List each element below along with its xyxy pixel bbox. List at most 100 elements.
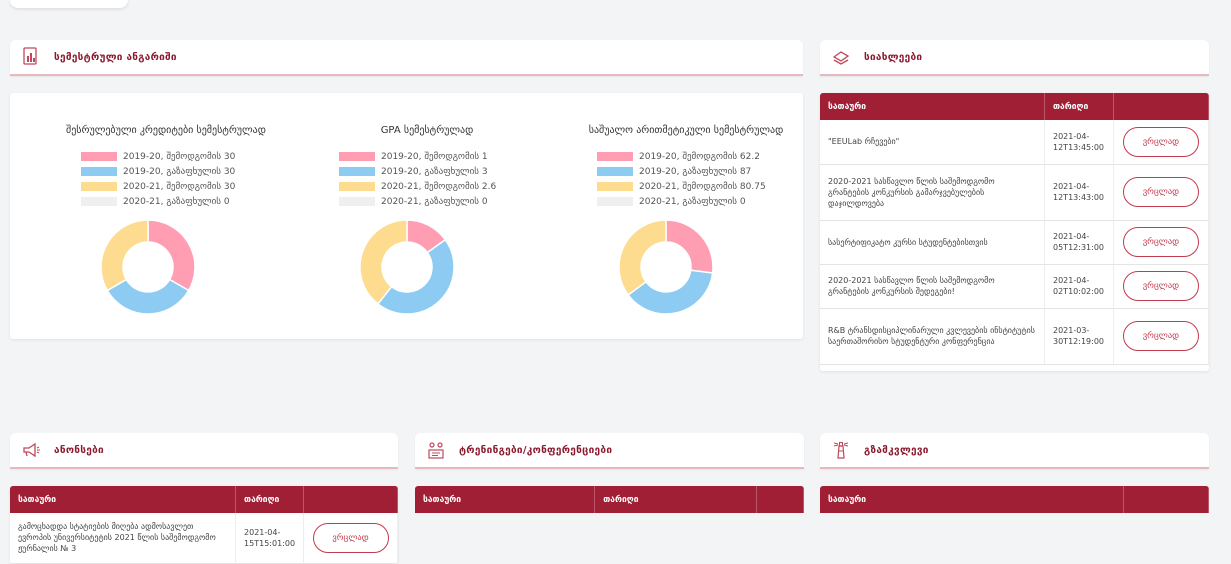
view-more-button[interactable]: ვრცლად [1122,227,1199,257]
legend-item[interactable]: 2019-20, შემოდგომის 30 [36,149,296,164]
legend-swatch [597,152,633,161]
news-icon [830,46,852,68]
table-row: სასერტიფიკატო კურსი სტუდენტებისთვის 2021… [820,220,1209,265]
training-icon [425,439,447,461]
news-row-action: ვრცლად [1113,308,1209,365]
donut-slice[interactable] [106,278,190,315]
news-row-action: ვრცლად [1113,220,1209,265]
news-header: სიახლეები [820,40,1209,76]
col-action-header [1123,486,1209,513]
legend-item[interactable]: 2020-21, შემოდგომის 2.6 [297,179,557,194]
table-row: 2020-2021 სასწავლო წლის საშემოდგომო გრან… [820,264,1209,309]
donut-chart-gpa [359,219,455,315]
donut-chart-credits [100,219,196,315]
donut-chart-average [618,219,714,315]
chart-title: შესრულებული კრედიტები სემესტრულად [66,125,266,136]
view-more-button[interactable]: ვრცლად [1122,321,1199,351]
col-action-header [303,486,398,513]
announcement-row-action: ვრცლად [303,513,398,564]
view-more-button[interactable]: ვრცლად [1122,271,1199,301]
report-icon [20,46,42,68]
top-bar [0,0,1231,8]
legend-swatch [81,167,117,176]
guide-header: გზამკვლევი [820,433,1209,469]
news-row-action: ვრცლად [1113,164,1209,221]
view-more-button[interactable]: ვრცლად [312,522,389,553]
col-title-header: სათაური [820,93,1045,120]
news-row-title: 2020-2021 სასწავლო წლის საშემოდგომო გრან… [820,164,1045,221]
legend-item[interactable]: 2020-21, გაზაფხულის 0 [556,194,816,209]
legend-swatch [339,152,375,161]
announcement-row-date: 2021-04-15T15:01:00 [235,513,305,564]
legend-label: 2019-20, შემოდგომის 1 [381,151,488,162]
legend-item[interactable]: 2019-20, გაზაფხულის 3 [297,164,557,179]
legend-swatch [81,152,117,161]
col-action-header [1113,93,1209,120]
legend-item[interactable]: 2019-20, შემოდგომის 1 [297,149,557,164]
announcements-title: ანონსები [54,444,104,456]
guide-table-header: სათაური [820,486,1209,513]
donut-slice[interactable] [665,219,714,274]
news-row-title: R&B ტრანსდისციპლინარული კვლევების ინსტიტ… [820,308,1045,365]
guide-table: სათაური [820,486,1209,513]
news-row-title: "EEULab რჩევები" [820,120,1045,165]
table-row: გამოცხადდა სტატიების მიღება ადმოსავლეთ ე… [10,513,398,564]
semester-charts-card: შესრულებული კრედიტები სემესტრულად 2019-2… [10,93,803,339]
chart-legend: 2019-20, შემოდგომის 62.2 2019-20, გაზაფხ… [556,149,816,209]
top-tab[interactable] [10,0,128,8]
announcements-header: ანონსები [10,433,398,469]
legend-item[interactable]: 2020-21, შემოდგომის 30 [36,179,296,194]
news-row-date: 2021-04-02T10:02:00 [1044,264,1114,309]
news-row-date: 2021-04-12T13:45:00 [1044,120,1114,165]
chart-credits: შესრულებული კრედიტები სემესტრულად 2019-2… [36,93,296,333]
legend-label: 2019-20, შემოდგომის 62.2 [639,151,760,162]
legend-swatch [597,167,633,176]
donut-slice[interactable] [376,238,455,315]
semester-report-header: სემესტრული ანგარიში [10,40,803,76]
legend-label: 2019-20, გაზაფხულის 30 [123,166,236,177]
legend-swatch [81,182,117,191]
legend-item[interactable]: 2019-20, გაზაფხულის 30 [36,164,296,179]
news-table-header: სათაური თარიღი [820,93,1209,120]
legend-item[interactable]: 2019-20, შემოდგომის 62.2 [556,149,816,164]
news-table: სათაური თარიღი "EEULab რჩევები" 2021-04-… [820,93,1209,365]
trainings-card: სათაური თარიღი [415,486,804,564]
col-date-header: თარიღი [235,486,305,513]
announcement-row-title: გამოცხადდა სტატიების მიღება ადმოსავლეთ ე… [10,513,237,564]
news-card: სათაური თარიღი "EEULab რჩევები" 2021-04-… [820,93,1209,371]
donut-slice[interactable] [100,219,149,292]
legend-label: 2019-20, გაზაფხულის 3 [381,166,488,177]
trainings-header: ტრენინგები/კონფერენციები [415,433,804,469]
chart-legend: 2019-20, შემოდგომის 30 2019-20, გაზაფხულ… [36,149,296,209]
chart-title: GPA სემესტრულად [380,125,474,136]
legend-label: 2020-21, გაზაფხულის 0 [381,196,488,207]
chart-average: საშუალო არითმეტიკული სემესტრულად 2019-20… [556,93,816,333]
view-more-button[interactable]: ვრცლად [1122,177,1199,207]
donut-slice[interactable] [618,219,667,296]
announcements-table-header: სათაური თარიღი [10,486,398,513]
legend-swatch [339,167,375,176]
legend-swatch [339,197,375,206]
news-row-title: სასერტიფიკატო კურსი სტუდენტებისთვის [820,220,1045,265]
guide-card: სათაური [820,486,1209,564]
legend-item[interactable]: 2019-20, გაზაფხულის 87 [556,164,816,179]
legend-item[interactable]: 2020-21, გაზაფხულის 0 [36,194,296,209]
view-more-button[interactable]: ვრცლად [1122,126,1199,157]
chart-gpa: GPA სემესტრულად 2019-20, შემოდგომის 1 20… [297,93,557,333]
legend-item[interactable]: 2020-21, შემოდგომის 80.75 [556,179,816,194]
news-row-date: 2021-03-30T12:19:00 [1044,308,1114,365]
legend-swatch [597,197,633,206]
col-action-header [756,486,804,513]
table-row: "EEULab რჩევები" 2021-04-12T13:45:00 ვრც… [820,120,1209,165]
legend-label: 2020-21, გაზაფხულის 0 [639,196,746,207]
lighthouse-icon [830,439,852,461]
legend-item[interactable]: 2020-21, გაზაფხულის 0 [297,194,557,209]
news-row-date: 2021-04-12T13:43:00 [1044,164,1114,221]
legend-label: 2019-20, შემოდგომის 30 [123,151,236,162]
news-row-action: ვრცლად [1113,120,1209,165]
announcements-card: სათაური თარიღი გამოცხადდა სტატიების მიღე… [10,486,398,564]
col-date-header: თარიღი [1044,93,1114,120]
legend-label: 2020-21, შემოდგომის 2.6 [381,181,497,192]
legend-label: 2020-21, შემოდგომის 30 [123,181,236,192]
trainings-title: ტრენინგები/კონფერენციები [459,444,613,456]
